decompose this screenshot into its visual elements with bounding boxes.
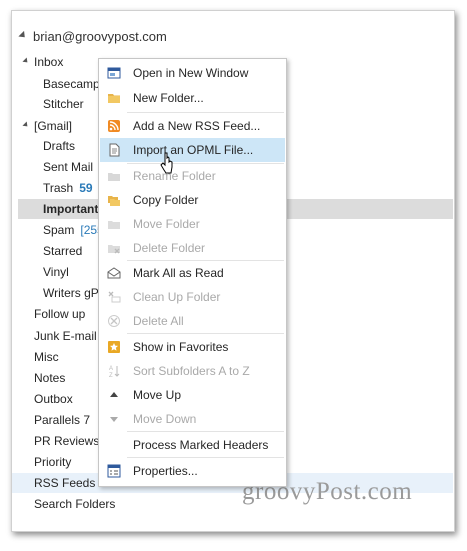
menu-add-rss-feed[interactable]: Add a New RSS Feed... [100,114,285,138]
folder-label: Writers gP [43,286,99,300]
menu-label: Delete Folder [133,241,206,255]
clean-up-icon [108,291,121,303]
menu-move-folder[interactable]: Move Folder [100,212,285,236]
folder-label: Junk E-mail [34,329,97,343]
mouse-pointer-icon [160,152,173,174]
move-folder-icon [108,221,120,229]
menu-process-marked-headers[interactable]: Process Marked Headers [100,433,285,457]
menu-sort-subfolders[interactable]: AZ Sort Subfolders A to Z [100,359,285,383]
svg-text:Z: Z [109,373,113,378]
menu-label: Sort Subfolders A to Z [133,364,250,378]
menu-label: New Folder... [133,91,204,105]
folder-label: RSS Feeds [34,476,96,490]
menu-label: Process Marked Headers [133,438,269,452]
properties-icon [107,464,121,478]
menu-label: Copy Folder [133,193,199,207]
menu-new-folder[interactable]: New Folder... [100,86,285,110]
menu-open-new-window[interactable]: Open in New Window [100,61,285,85]
favorites-star-icon [108,341,120,353]
folder-label: Sent Mail [43,160,94,174]
account-label: brian@groovypost.com [33,29,167,44]
account-header[interactable]: brian@groovypost.com [18,29,167,44]
menu-move-down[interactable]: Move Down [100,407,285,431]
folder-label: Parallels 7 [34,413,91,427]
svg-text:A: A [109,366,113,372]
menu-label: Mark All as Read [133,266,224,280]
new-window-icon [107,67,121,79]
menu-separator [127,333,284,334]
folder-label: Notes [34,371,66,385]
delete-folder-icon [108,245,120,254]
folder-label: Outbox [34,392,73,406]
rss-icon [108,120,120,132]
menu-separator [127,457,284,458]
menu-properties[interactable]: Properties... [100,459,285,483]
folder-label: Stitcher [43,97,84,111]
folder-label: [Gmail] [34,119,73,133]
menu-delete-folder[interactable]: Delete Folder [100,236,285,260]
collapse-triangle-icon[interactable] [22,121,30,129]
menu-separator [127,431,284,432]
rename-icon [108,173,120,181]
envelope-open-icon [107,267,121,279]
menu-label: Add a New RSS Feed... [133,119,261,133]
menu-label: Move Folder [133,217,200,231]
menu-mark-all-read[interactable]: Mark All as Read [100,261,285,285]
menu-copy-folder[interactable]: Copy Folder [100,188,285,212]
menu-move-up[interactable]: Move Up [100,383,285,407]
folder-label: Spam [43,223,75,237]
menu-rename-folder[interactable]: Rename Folder [100,164,285,188]
menu-show-favorites[interactable]: Show in Favorites [100,335,285,359]
collapse-triangle-icon[interactable] [18,30,28,41]
folder-icon [108,94,120,103]
menu-label: Properties... [133,464,198,478]
folder-label: Starred [43,244,83,258]
triangle-up-icon [110,392,118,397]
menu-delete-all[interactable]: Delete All [100,309,285,333]
folder-label: Follow up [34,307,86,321]
collapse-triangle-icon[interactable] [22,57,30,65]
context-menu: Open in New Window New Folder... Add a N… [98,58,287,487]
menu-label: Open in New Window [133,66,249,80]
menu-label: Show in Favorites [133,340,229,354]
menu-label: Import an OPML File... [133,143,254,157]
menu-label: Move Up [133,388,182,402]
menu-separator [127,112,284,113]
menu-label: Move Down [133,412,197,426]
folder-label: Search Folders [34,497,116,511]
folder-label: Basecamp [43,77,100,91]
triangle-down-icon [110,417,118,422]
folder-label: Vinyl [43,265,69,279]
copy-folder-icon [108,196,120,206]
folder-label: Inbox [34,55,64,69]
menu-clean-up-folder[interactable]: Clean Up Folder [100,285,285,309]
unread-count: 59 [79,181,93,195]
folder-label: Important [43,202,99,216]
folder-label: PR Reviews [34,434,100,448]
folder-label: Trash [43,181,74,195]
folder-label: Priority [34,455,72,469]
menu-label: Rename Folder [133,169,216,183]
import-file-icon [109,143,120,157]
menu-label: Delete All [133,314,184,328]
menu-label: Clean Up Folder [133,290,221,304]
menu-import-opml[interactable]: Import an OPML File... [100,138,285,162]
delete-all-icon [108,315,120,327]
sort-az-icon: AZ [109,366,120,378]
folder-label: Misc [34,350,59,364]
folder-label: Drafts [43,139,76,153]
